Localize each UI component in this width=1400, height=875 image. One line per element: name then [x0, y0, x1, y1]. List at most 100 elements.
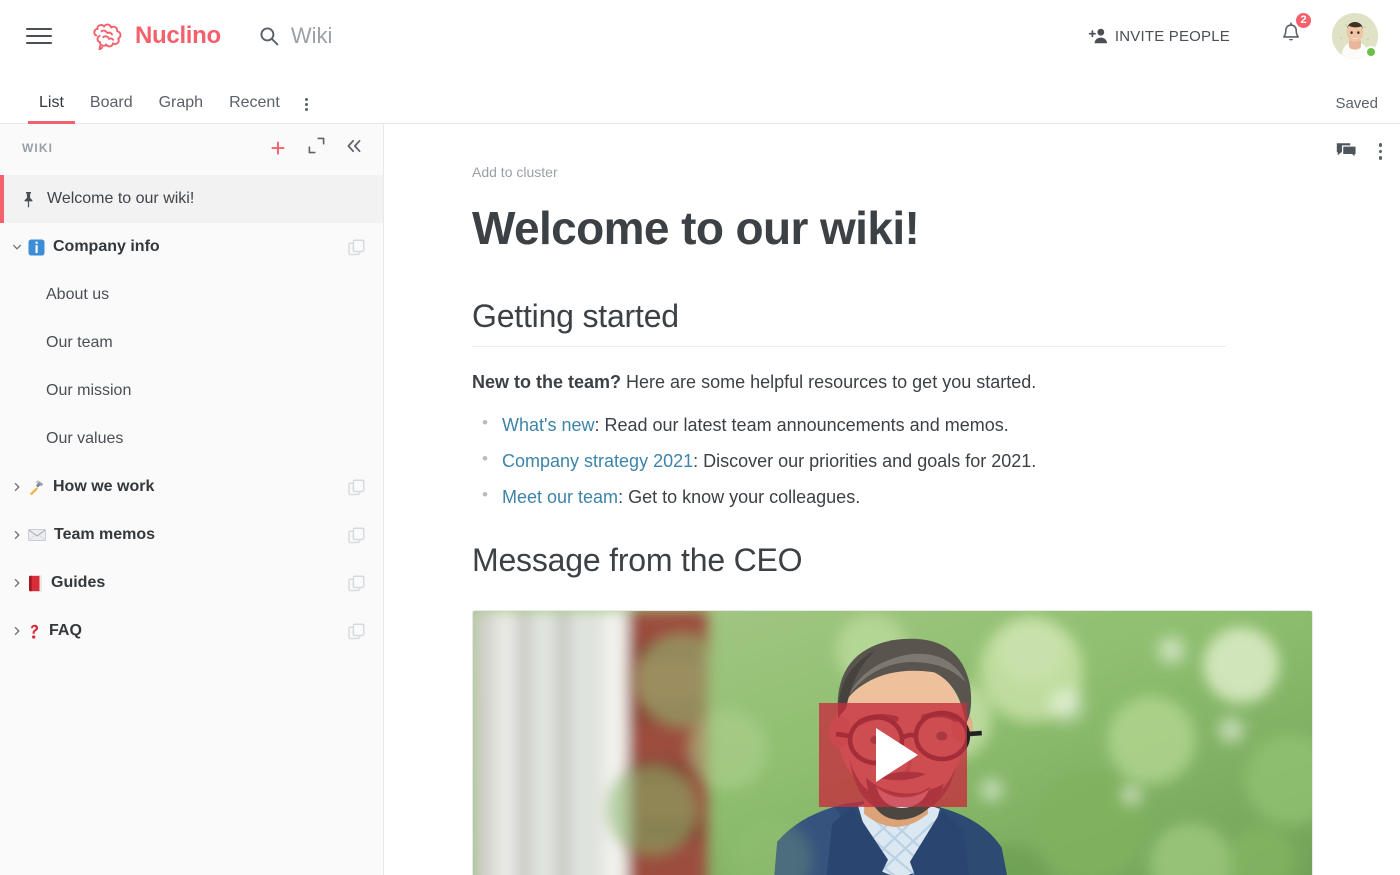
invite-people-button[interactable]: INVITE PEOPLE [1088, 27, 1230, 45]
double-chevron-left-icon [345, 138, 363, 159]
hamburger-menu-icon[interactable] [26, 25, 52, 47]
chevron-right-icon[interactable] [12, 530, 26, 540]
list-item: Company strategy 2021: Discover our prio… [472, 447, 1226, 474]
app-body: WIKI + Welcome to our wiki! Company info… [0, 124, 1400, 875]
duplicate-pages-icon[interactable] [348, 478, 365, 496]
more-vertical-dots-icon [1378, 143, 1382, 160]
online-status-dot [1365, 46, 1377, 58]
expand-button[interactable] [305, 137, 327, 159]
sidebar-item-label: Our team [46, 334, 113, 351]
sidebar-item-label: Welcome to our wiki! [47, 190, 195, 207]
duplicate-pages-icon[interactable] [348, 574, 365, 592]
sidebar-item-list: Welcome to our wiki! Company info About … [0, 172, 383, 875]
duplicate-pages-icon[interactable] [348, 238, 365, 256]
sidebar-item-label: Company info [53, 238, 160, 255]
sidebar-item-label: Our mission [46, 382, 132, 399]
nuclino-brain-logo-icon [92, 23, 126, 50]
list-item: Meet our team: Get to know your colleagu… [472, 483, 1226, 510]
sidebar-item-about-us[interactable]: About us [0, 271, 383, 319]
more-vertical-dots-icon [304, 98, 308, 111]
chevron-down-icon[interactable] [12, 242, 26, 252]
sidebar-item-our-mission[interactable]: Our mission [0, 367, 383, 415]
sidebar-item-our-team[interactable]: Our team [0, 319, 383, 367]
pin-icon [22, 191, 35, 208]
tab-list[interactable]: List [26, 95, 77, 124]
duplicate-pages-icon[interactable] [348, 526, 365, 544]
getting-started-intro: New to the team? Here are some helpful r… [472, 369, 1226, 396]
duplicate-pages-icon[interactable] [348, 622, 365, 640]
list-item-text: : Get to know your colleagues. [618, 487, 861, 508]
envelope-emoji [28, 528, 46, 542]
list-item-text: : Discover our priorities and goals for … [693, 451, 1037, 472]
sidebar-item-company-info[interactable]: Company info [0, 223, 383, 271]
more-options-button[interactable] [1378, 143, 1382, 160]
chevron-right-icon[interactable] [12, 626, 26, 636]
sidebar-item-label: FAQ [49, 622, 82, 639]
search-value: Wiki [290, 23, 333, 48]
avatar[interactable] [1332, 13, 1378, 59]
bell-icon [1280, 21, 1302, 50]
tab-graph[interactable]: Graph [146, 95, 216, 123]
search-icon [259, 26, 279, 46]
top-header-bar: Nuclino Wiki INVITE PEOPLE 2 [0, 0, 1400, 72]
sidebar-actions: + [267, 133, 365, 163]
information-emoji [28, 239, 45, 256]
chevron-right-icon[interactable] [12, 482, 26, 492]
intro-bold-text: New to the team? [472, 372, 622, 393]
sidebar-item-our-values[interactable]: Our values [0, 415, 383, 463]
tab-recent[interactable]: Recent [216, 95, 293, 123]
page-title[interactable]: Welcome to our wiki! [472, 202, 1226, 255]
sidebar-header: WIKI + [0, 124, 383, 172]
sidebar-item-label: About us [46, 286, 110, 303]
sidebar-item-team-memos[interactable]: Team memos [0, 511, 383, 559]
question-mark-emoji [28, 623, 41, 640]
link-company-strategy-2021[interactable]: Company strategy 2021 [502, 451, 693, 471]
sidebar-item-label: Guides [51, 574, 106, 591]
list-item-text: : Read our latest team announcements and… [594, 415, 1009, 436]
sidebar-item-how-we-work[interactable]: How we work [0, 463, 383, 511]
link-meet-our-team[interactable]: Meet our team [502, 487, 618, 507]
tab-board[interactable]: Board [77, 95, 146, 123]
header-right-actions: INVITE PEOPLE 2 [1088, 10, 1378, 59]
play-triangle [875, 727, 918, 782]
save-status-label: Saved [1335, 95, 1378, 112]
document-body: Add to cluster Welcome to our wiki! Gett… [384, 124, 1314, 875]
link-whats-new[interactable]: What's new [502, 415, 594, 435]
chevron-right-icon[interactable] [12, 578, 26, 588]
expand-arrows-icon [308, 137, 325, 159]
document-toolbar [1336, 142, 1382, 161]
video-embed[interactable] [472, 609, 1313, 875]
notifications-button[interactable]: 2 [1280, 10, 1313, 51]
add-item-button[interactable]: + [267, 133, 289, 163]
sidebar-item-welcome-to-our-wiki[interactable]: Welcome to our wiki! [0, 175, 383, 223]
collapse-sidebar-button[interactable] [343, 137, 365, 159]
play-button-icon[interactable] [818, 702, 967, 807]
add-to-cluster-button[interactable]: Add to cluster [472, 164, 558, 180]
resources-list: What's new: Read our latest team announc… [472, 411, 1226, 510]
sidebar-item-guides[interactable]: Guides [0, 559, 383, 607]
main-content: Add to cluster Welcome to our wiki! Gett… [384, 124, 1400, 875]
tabs-container: List Board Graph Recent [26, 72, 320, 124]
brand-name: Nuclino [135, 22, 221, 49]
section-heading-message-from-the-ceo: Message from the CEO [472, 541, 803, 578]
invite-people-label: INVITE PEOPLE [1114, 27, 1230, 45]
brand-logo-link[interactable]: Nuclino [92, 22, 221, 50]
hammer-emoji [28, 479, 45, 496]
notification-badge: 2 [1294, 10, 1313, 30]
closed-book-emoji [28, 575, 43, 592]
sidebar-item-label: Our values [46, 430, 124, 447]
sidebar-title: WIKI [22, 141, 54, 155]
sidebar-item-label: Team memos [54, 526, 156, 543]
section-heading-getting-started: Getting started [472, 297, 1226, 348]
more-tabs-button[interactable] [293, 98, 320, 123]
add-person-icon [1088, 27, 1109, 45]
sidebar-item-faq[interactable]: FAQ [0, 607, 383, 655]
intro-rest-text: Here are some helpful resources to get y… [621, 372, 1037, 393]
plus-icon: + [270, 133, 286, 163]
comments-icon[interactable] [1336, 142, 1357, 161]
list-item: What's new: Read our latest team announc… [472, 411, 1226, 438]
search-input[interactable]: Wiki [259, 23, 333, 49]
view-tab-bar: List Board Graph Recent Saved [0, 72, 1400, 124]
sidebar-item-label: How we work [53, 478, 155, 495]
sidebar: WIKI + Welcome to our wiki! Company info… [0, 124, 384, 875]
